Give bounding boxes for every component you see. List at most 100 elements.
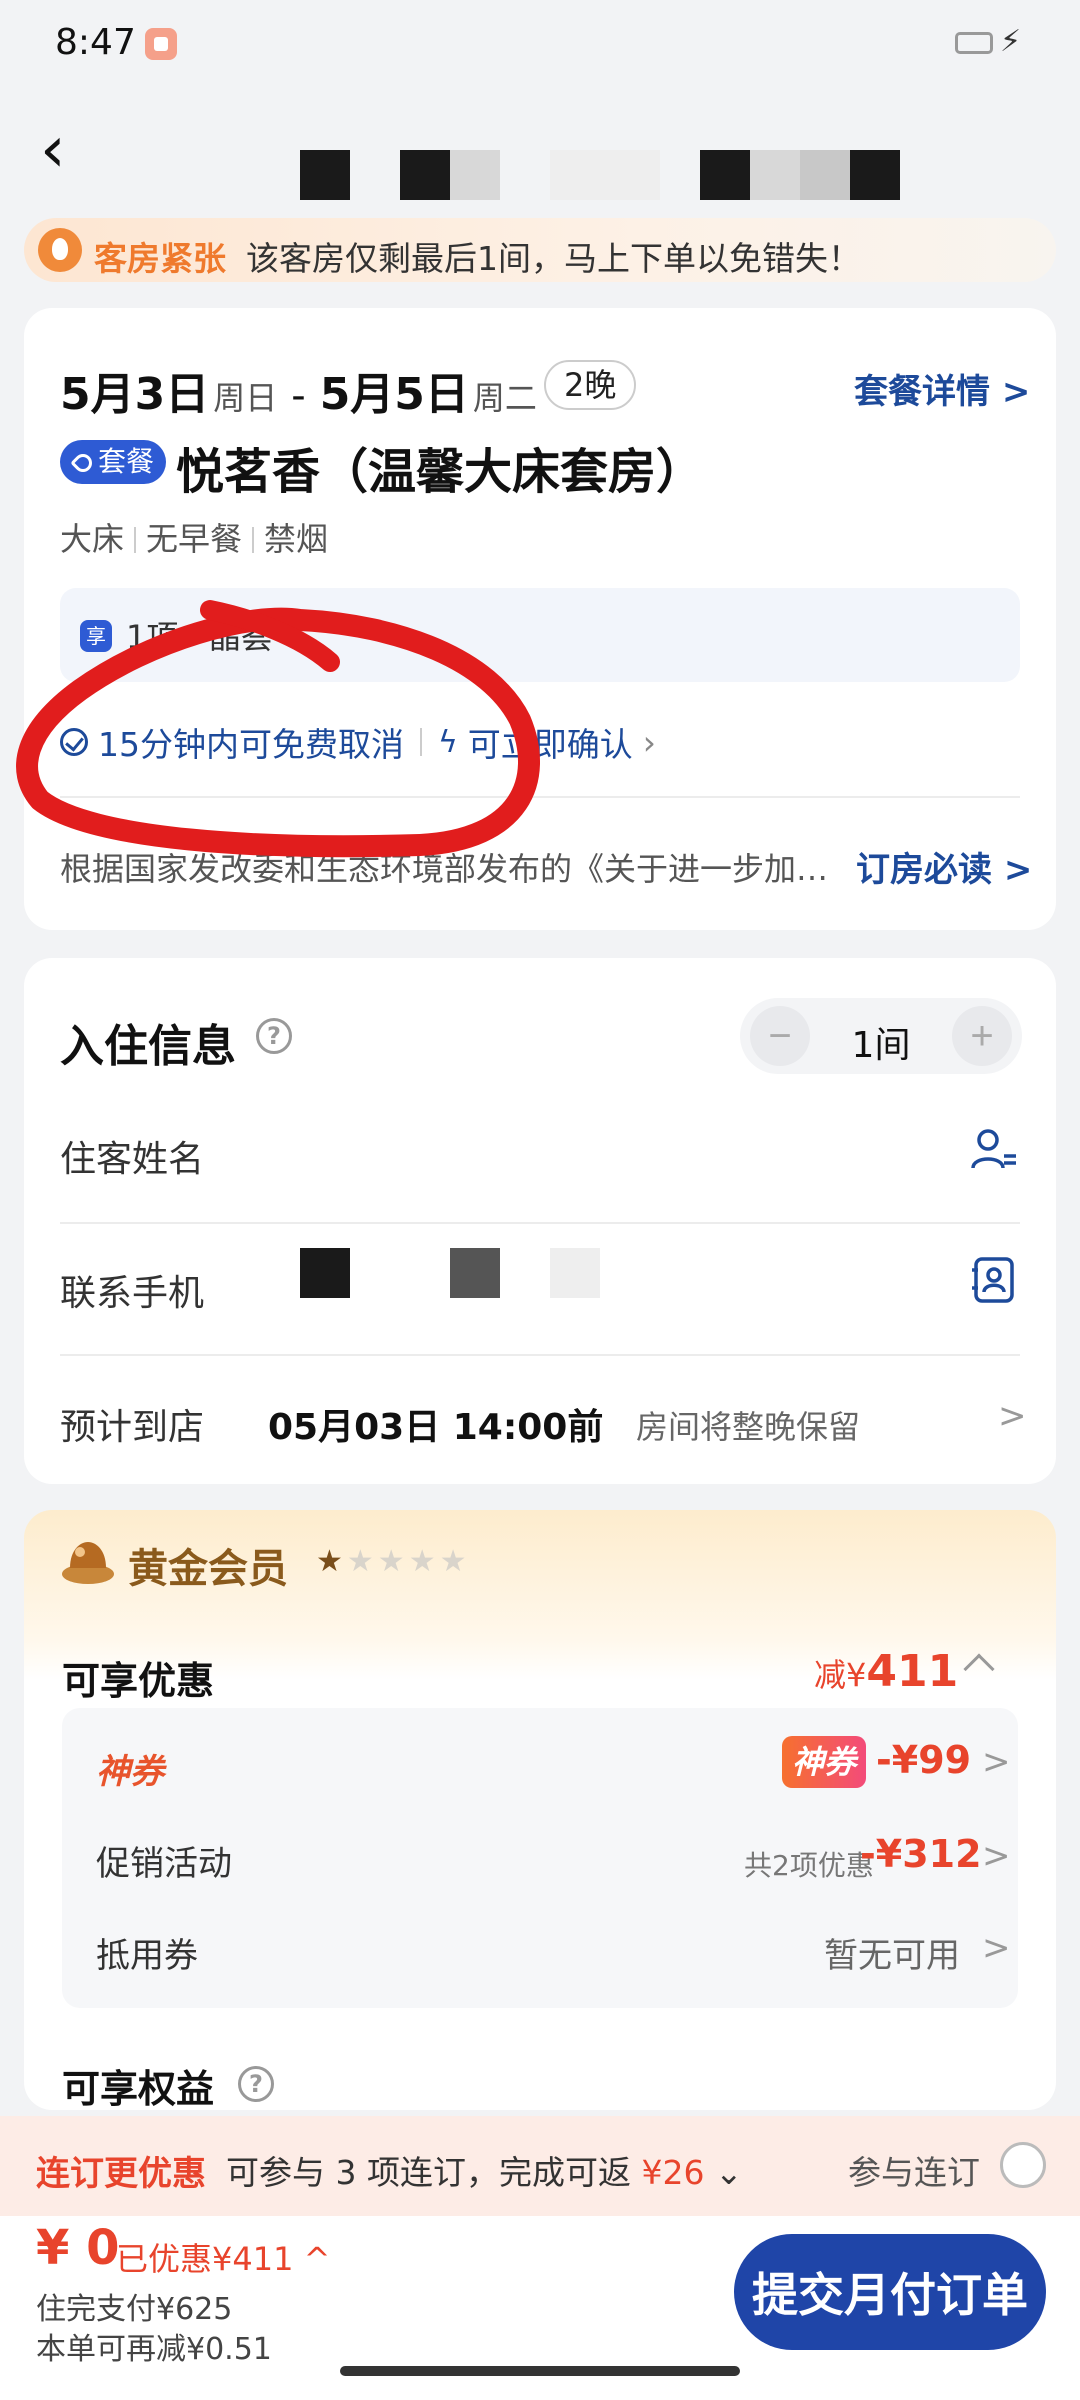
pay-amount: ¥ 0 bbox=[36, 2220, 120, 2276]
guest-name-label: 住客姓名 bbox=[60, 1139, 205, 1180]
pay-after-stay: 住完支付¥625 bbox=[36, 2292, 233, 2327]
checkout-date: 5月5日 bbox=[319, 369, 469, 420]
room-count-stepper: − 1间 + bbox=[740, 998, 1022, 1074]
redaction-block bbox=[700, 150, 750, 200]
booking-notice[interactable]: 根据国家发改委和生态环境部发布的《关于进一步加强塑料污染治理的意见》 bbox=[60, 844, 850, 890]
decrease-rooms-button[interactable]: − bbox=[750, 1006, 810, 1066]
divider bbox=[60, 1354, 1020, 1356]
flame-icon bbox=[38, 228, 82, 272]
package-gift-box[interactable]: 享 1项 · 晶荟 bbox=[60, 588, 1020, 682]
notification-app-icon bbox=[145, 28, 177, 60]
shenquan-label: 神券 bbox=[96, 1752, 164, 1792]
checkin-title: 入住信息 bbox=[60, 1021, 236, 1072]
discount-list: 神券 神券 -¥99 > 促销活动 共2项优惠 -¥312 > 抵用券 暂无可用… bbox=[62, 1708, 1018, 2008]
address-book-icon[interactable] bbox=[970, 1256, 1018, 1304]
cancel-policy: 15分钟内可免费取消 bbox=[98, 725, 404, 764]
rights-title: 可享权益 bbox=[62, 2067, 215, 2110]
redaction-block bbox=[450, 1248, 500, 1298]
room-card: 5月3日 周日 - 5月5日 周二 2晚 套餐详情 > 套餐 悦茗香（温馨大床套… bbox=[24, 308, 1056, 930]
instant-confirm: 可立即确认 bbox=[467, 725, 633, 764]
gift-icon: 享 bbox=[80, 620, 112, 652]
back-button[interactable]: ‹ bbox=[40, 118, 100, 188]
discounts-title: 可享优惠 bbox=[62, 1659, 215, 1703]
redaction-block bbox=[450, 150, 500, 200]
chevron-up-icon: ^ bbox=[303, 2240, 331, 2278]
lightning-icon: ϟ bbox=[438, 724, 458, 760]
checkout-weekday: 周二 bbox=[472, 379, 537, 417]
chevron-right-icon: > bbox=[998, 1396, 1027, 1436]
coupon-label: 抵用券 bbox=[96, 1936, 198, 1976]
member-crown-icon bbox=[62, 1542, 114, 1584]
saved-amount[interactable]: 已优惠¥411 ^ bbox=[116, 2234, 330, 2280]
total-saving[interactable]: 减¥411 bbox=[814, 1646, 958, 1697]
member-card: 黄金会员 ★★★★★ 可享优惠 减¥411 神券 神券 -¥99 > 促销活动 … bbox=[24, 1510, 1056, 2110]
redaction-block bbox=[800, 150, 850, 200]
member-stars: ★★★★★ bbox=[316, 1544, 470, 1579]
submit-order-button[interactable]: 提交月付订单 bbox=[734, 2234, 1046, 2350]
help-icon[interactable]: ? bbox=[238, 2066, 274, 2102]
room-tags: 大床 无早餐 禁烟 bbox=[60, 514, 328, 560]
chevron-right-icon: > bbox=[982, 1836, 1011, 1876]
gift-text: 1项 · 晶荟 bbox=[126, 618, 273, 656]
join-stay-radio[interactable] bbox=[1000, 2142, 1046, 2188]
room-tag: 大床 bbox=[60, 520, 125, 558]
tag-icon bbox=[70, 450, 96, 476]
chevron-down-icon: ⌄ bbox=[714, 2153, 743, 2192]
phone-label: 联系手机 bbox=[60, 1273, 205, 1314]
redaction-block bbox=[400, 150, 450, 200]
chevron-up-icon[interactable] bbox=[963, 1653, 995, 1685]
stay-dates: 5月3日 周日 - 5月5日 周二 bbox=[60, 358, 537, 420]
checkin-date: 5月3日 bbox=[60, 369, 210, 420]
stay-promo-amount: ¥26 bbox=[641, 2153, 705, 2192]
package-detail-link[interactable]: 套餐详情 > bbox=[854, 364, 1030, 413]
package-badge: 套餐 bbox=[60, 440, 167, 484]
chevron-right-icon: › bbox=[642, 722, 656, 762]
package-badge-label: 套餐 bbox=[98, 445, 155, 478]
redaction-block bbox=[750, 150, 800, 200]
scarcity-banner: 客房紧张 该客房仅剩最后1间，马上下单以免错失！ bbox=[24, 218, 1056, 282]
home-indicator[interactable] bbox=[340, 2366, 740, 2376]
battery-icon bbox=[955, 32, 993, 54]
redaction-block bbox=[300, 150, 350, 200]
increase-rooms-button[interactable]: + bbox=[952, 1006, 1012, 1066]
continuous-stay-bar: 连订更优惠 可参与 3 项连订，完成可返 ¥26 ⌄ 参与连订 bbox=[0, 2116, 1080, 2216]
shenquan-amount: -¥99 bbox=[876, 1738, 972, 1782]
shenquan-badge: 神券 bbox=[782, 1736, 867, 1788]
promo-label: 促销活动 bbox=[96, 1844, 232, 1884]
extra-saving: 本单可再减¥0.51 bbox=[36, 2332, 272, 2367]
redaction-block bbox=[550, 150, 660, 200]
chevron-right-icon: > bbox=[982, 1928, 1011, 1968]
contact-list-icon[interactable] bbox=[970, 1126, 1018, 1174]
check-circle-icon bbox=[60, 728, 88, 756]
promo-amount: -¥312 bbox=[860, 1832, 982, 1876]
chevron-right-icon: > bbox=[982, 1742, 1011, 1782]
redaction-block bbox=[300, 1248, 350, 1298]
charging-icon: ⚡ bbox=[1000, 24, 1022, 59]
promo-note: 共2项优惠 bbox=[744, 1849, 874, 1882]
status-time: 8:47 bbox=[55, 22, 136, 63]
join-stay-label: 参与连订 bbox=[848, 2153, 980, 2192]
status-bar: 8:47 ⚡ bbox=[0, 0, 1080, 90]
guest-name-input[interactable] bbox=[244, 1124, 744, 1180]
redaction-block bbox=[850, 150, 900, 200]
stay-promo-tag: 连订更优惠 bbox=[36, 2154, 206, 2194]
stay-promo-message[interactable]: 可参与 3 项连订，完成可返 ¥26 ⌄ bbox=[226, 2146, 743, 2194]
arrival-hint: 房间将整晚保留 bbox=[636, 1408, 861, 1446]
star-filled-icon: ★ bbox=[316, 1544, 347, 1579]
divider bbox=[60, 1222, 1020, 1224]
must-read-link[interactable]: 订房必读 > bbox=[856, 842, 1032, 891]
star-empty-icon: ★★★★ bbox=[346, 1544, 471, 1579]
coupon-value: 暂无可用 bbox=[824, 1936, 960, 1976]
member-level: 黄金会员 bbox=[128, 1546, 288, 1592]
room-tag: 禁烟 bbox=[264, 520, 329, 558]
checkin-weekday: 周日 bbox=[213, 379, 278, 417]
help-icon[interactable]: ? bbox=[256, 1018, 292, 1054]
policy-row[interactable]: 15分钟内可免费取消 ϟ 可立即确认 › bbox=[60, 718, 656, 766]
date-separator: - bbox=[291, 373, 306, 419]
room-name: 悦茗香（温馨大床套房） bbox=[176, 444, 705, 500]
scarcity-message: 该客房仅剩最后1间，马上下单以免错失！ bbox=[246, 239, 861, 278]
total-saving-amount: 411 bbox=[866, 1646, 959, 1697]
arrival-value: 05月03日 14:00前 bbox=[268, 1407, 604, 1448]
arrival-label: 预计到店 bbox=[60, 1407, 205, 1448]
redaction-block bbox=[550, 1248, 600, 1298]
